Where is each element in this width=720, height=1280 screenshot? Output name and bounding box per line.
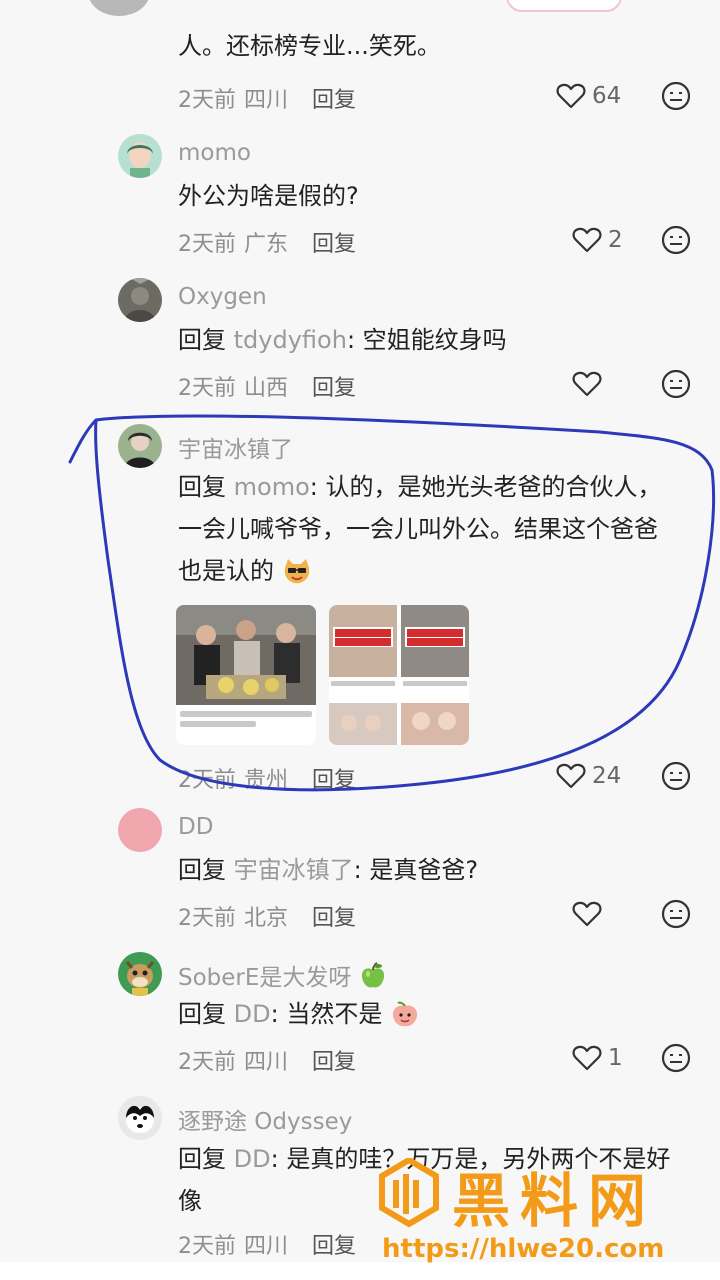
comment-item: SoberE是大发呀 回复 DD: 当然不是 2天前 四川 回复 1 [0,952,720,1084]
comment-item: momo 外公为啥是假的? 2天前 广东 回复 2 [0,134,720,266]
react-button[interactable] [660,224,692,260]
comment-body: 回复 DD: 当然不是 [178,994,698,1034]
media-caption [180,721,256,727]
comment-body: 回复 宇宙冰镇了: 是真爸爸? [178,856,479,884]
comment-line-3: 也是认的 [178,550,698,592]
comment-meta: 2天前 贵州 回复 [178,768,357,793]
comment-line-2: 一会儿喊爷爷，一会儿叫外公。结果这个爸爸 [178,515,658,543]
react-button[interactable] [660,898,692,934]
avatar[interactable] [118,952,162,996]
comment-meta: 2天前 广东 回复 [178,232,357,257]
comment-meta: 2天前 四川 回复 [178,1050,357,1075]
heart-outline-icon [572,1045,602,1071]
image-attachments [176,605,469,745]
comment-item: DD 回复 宇宙冰镇了: 是真爸爸? 2天前 北京 回复 [0,808,720,940]
peach-face-emoji-icon [392,1001,418,1027]
watermark-brand: 黑料网 [452,1167,657,1235]
comment-meta: 2天前 山西 回复 [178,376,357,401]
neutral-face-icon [661,81,691,111]
avatar[interactable] [88,0,150,16]
username[interactable]: SoberE是大发呀 [178,958,387,992]
avatar-image [118,134,162,178]
avatar[interactable] [118,808,162,852]
comment-body: 回复 tdydyfioh: 空姐能纹身吗 [178,326,507,354]
media-caption [180,711,312,717]
react-button[interactable] [660,760,692,796]
reply-button[interactable]: 回复 [312,768,356,793]
avatar-image [118,1096,162,1140]
heart-outline-icon [572,227,602,253]
comment-meta: 2天前 四川 回复 [178,1234,357,1259]
username[interactable]: 逐野途 Odyssey [178,1102,352,1136]
heart-outline-icon [556,763,586,789]
username[interactable]: momo [178,140,251,166]
attached-collage [329,605,469,745]
like-count: 2 [608,227,623,253]
avatar[interactable] [118,1096,162,1140]
comment-body: 人。还标榜专业...笑死。 [178,32,441,60]
watermark-url: https://hlwe20.com [382,1234,665,1264]
avatar-image [118,952,162,996]
heart-outline-icon [572,901,602,927]
reply-button[interactable]: 回复 [312,376,356,401]
follow-button[interactable] [506,0,622,12]
comment-body: 外公为啥是假的? [178,182,359,210]
mention[interactable]: DD [234,1145,271,1173]
watermark-logo-icon [379,1158,439,1228]
heart-outline-icon [572,371,602,397]
comment-meta: 2天前 北京 回复 [178,906,357,931]
like-count: 1 [608,1045,623,1071]
comment-line-1: 回复 momo: 认的，是她光头老爸的合伙人， [178,473,662,501]
neutral-face-icon [661,761,691,791]
avatar[interactable] [118,424,162,468]
comment-item: Oxygen 回复 tdydyfioh: 空姐能纹身吗 2天前 山西 回复 [0,278,720,410]
neutral-face-icon [661,225,691,255]
green-apple-emoji-icon [361,962,384,988]
mention[interactable]: 宇宙冰镇了 [234,856,354,884]
avatar-image [118,424,162,468]
watermark: 黑料网 https://hlwe20.com [378,1158,720,1280]
react-button[interactable] [660,80,692,116]
image-attachment[interactable] [176,605,316,745]
neutral-face-icon [661,899,691,929]
reply-button[interactable]: 回复 [312,1050,356,1075]
like-count: 64 [592,83,622,109]
like-button[interactable] [572,900,608,928]
reply-button[interactable]: 回复 [312,906,356,931]
reply-button[interactable]: 回复 [312,232,356,257]
reply-button[interactable]: 回复 [312,88,356,113]
comment-item: 宇宙冰镇了 回复 momo: 认的，是她光头老爸的合伙人， 一会儿喊爷爷，一会儿… [0,424,720,798]
like-button[interactable]: 2 [572,226,623,254]
neutral-face-icon [661,369,691,399]
like-button[interactable]: 1 [572,1044,623,1072]
username[interactable]: Oxygen [178,284,267,310]
like-button[interactable]: 64 [556,82,621,110]
like-count: 24 [592,763,622,789]
comment-body: 回复 momo: 认的，是她光头老爸的合伙人， 一会儿喊爷爷，一会儿叫外公。结果… [178,466,698,592]
comment-meta: 2天前 四川 回复 [178,88,357,113]
like-button[interactable] [572,370,608,398]
avatar[interactable] [118,134,162,178]
heart-outline-icon [556,83,586,109]
mention[interactable]: momo [234,473,310,501]
avatar-image [118,278,162,322]
react-button[interactable] [660,368,692,404]
username[interactable]: 宇宙冰镇了 [178,430,293,464]
avatar[interactable] [118,278,162,322]
username[interactable]: DD [178,814,213,840]
mention[interactable]: tdydyfioh [234,326,347,354]
like-button[interactable]: 24 [556,762,621,790]
reply-button[interactable]: 回复 [312,1234,356,1259]
react-button[interactable] [660,1042,692,1078]
cool-cat-emoji-icon [284,559,309,584]
top-fragment: 人。还标榜专业...笑死。 2天前 四川 回复 64 [0,0,720,120]
neutral-face-icon [661,1043,691,1073]
image-attachment[interactable] [329,605,469,745]
mention[interactable]: DD [234,1000,271,1028]
